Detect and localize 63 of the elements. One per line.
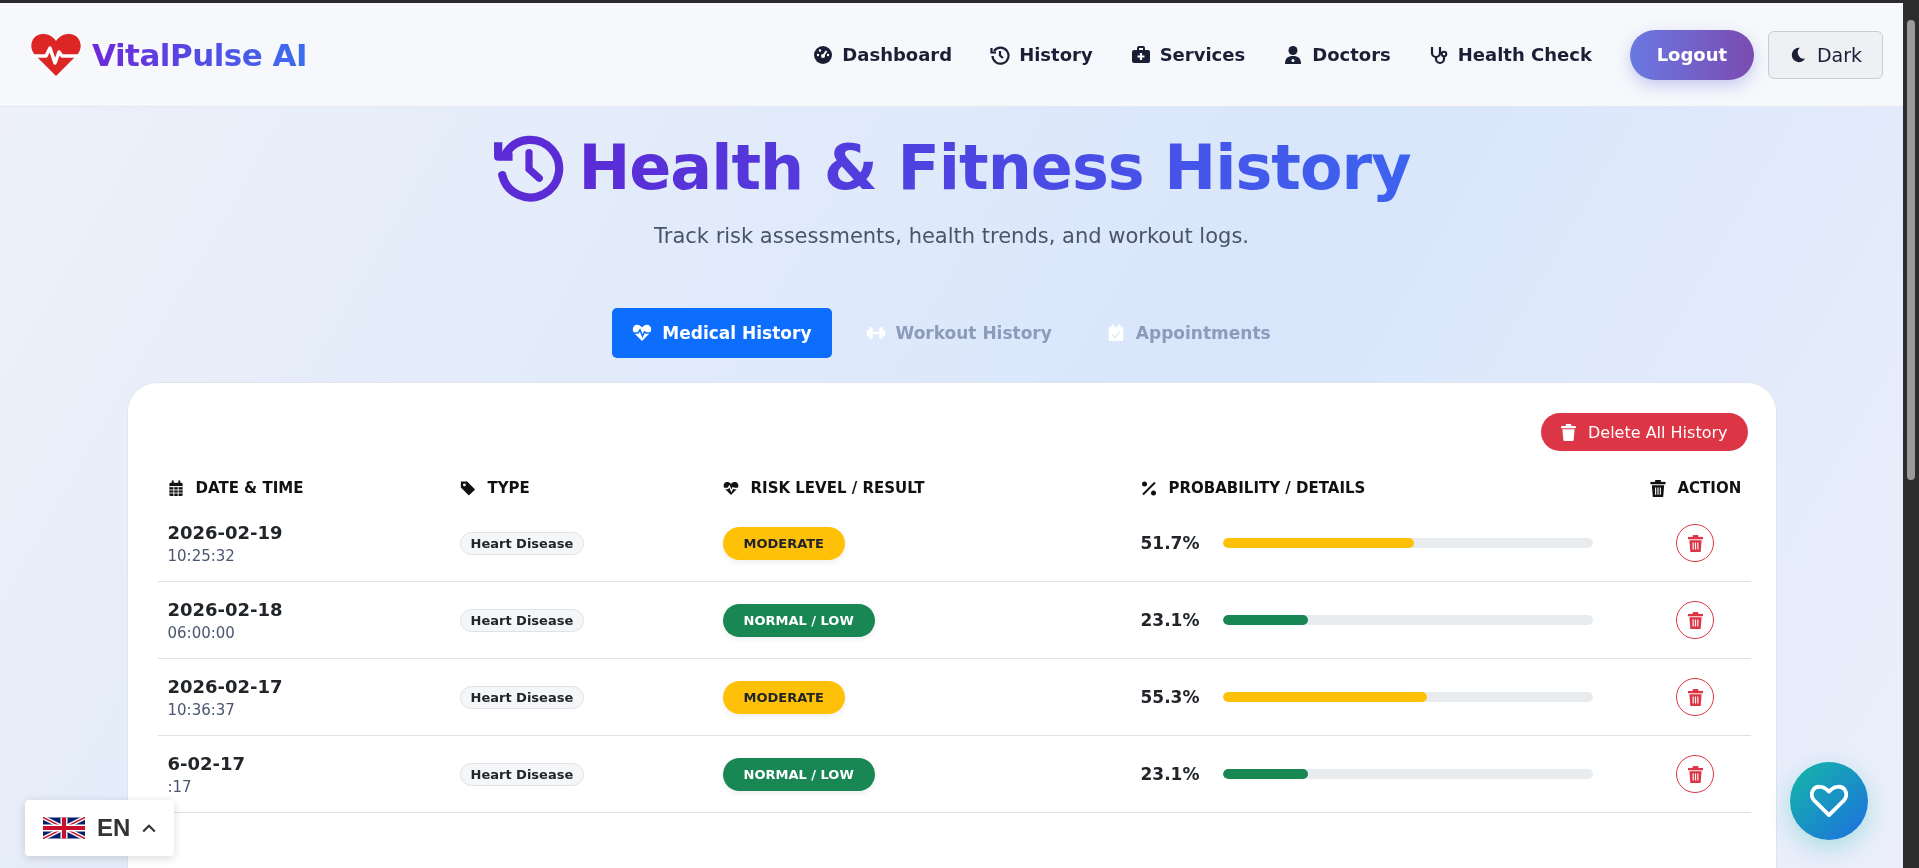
trash-icon <box>1687 765 1703 783</box>
type-tag: Heart Disease <box>459 608 585 632</box>
trash-icon <box>1649 479 1666 497</box>
risk-badge: MODERATE <box>722 680 845 714</box>
doctor-icon <box>1283 44 1304 65</box>
probability-text: 23.1% <box>1140 763 1201 785</box>
probability-text: 55.3% <box>1140 686 1201 708</box>
heart-pulse-icon <box>30 31 82 78</box>
time-text: 10:36:37 <box>167 700 235 719</box>
logout-button[interactable]: Logout <box>1629 29 1754 80</box>
delete-button[interactable] <box>1676 755 1715 793</box>
date-text: 6-02-17 <box>167 752 246 774</box>
date-text: 2026-02-17 <box>167 675 283 697</box>
trash-icon <box>1561 423 1576 441</box>
time-text: :17 <box>167 777 192 796</box>
tag-icon <box>459 479 476 497</box>
flag-icon <box>43 814 85 842</box>
calendar-icon <box>167 479 184 497</box>
risk-badge: NORMAL / LOW <box>722 757 875 791</box>
delete-button[interactable] <box>1676 601 1715 639</box>
heart-icon <box>1810 784 1848 818</box>
heart-pulse-icon <box>632 324 653 342</box>
theme-toggle-button[interactable]: Dark <box>1767 30 1883 79</box>
gauge-icon <box>813 44 834 65</box>
date-text: 2026-02-19 <box>167 521 283 543</box>
type-tag: Heart Disease <box>459 685 585 709</box>
delete-button[interactable] <box>1676 678 1715 716</box>
percent-icon <box>1140 479 1157 497</box>
stethoscope-icon <box>1428 44 1449 65</box>
nav-link[interactable]: History <box>990 44 1093 65</box>
nav-link[interactable]: Health Check <box>1428 44 1592 65</box>
column-header: ACTION <box>1677 479 1742 497</box>
type-tag: Heart Disease <box>459 762 585 786</box>
risk-badge: MODERATE <box>722 526 845 560</box>
trash-icon <box>1687 688 1703 706</box>
column-header: TYPE <box>487 479 530 497</box>
heart-pulse-icon <box>722 479 739 497</box>
scrollbar[interactable] <box>1903 0 1919 868</box>
nav-link[interactable]: Dashboard <box>813 44 953 65</box>
type-tag: Heart Disease <box>459 531 585 555</box>
date-text: 2026-02-18 <box>167 598 283 620</box>
column-header: PROBABILITY / DETAILS <box>1168 479 1366 497</box>
nav-link[interactable]: Doctors <box>1283 44 1391 65</box>
trash-icon <box>1687 534 1703 552</box>
medical-kit-icon <box>1130 44 1151 65</box>
chat-button[interactable] <box>1790 762 1868 840</box>
probability-text: 23.1% <box>1140 609 1201 631</box>
trash-icon <box>1687 611 1703 629</box>
column-header: DATE & TIME <box>195 479 304 497</box>
delete-button[interactable] <box>1676 524 1715 562</box>
dumbbell-icon <box>865 324 886 342</box>
risk-badge: NORMAL / LOW <box>722 603 875 637</box>
tab[interactable]: Medical History <box>612 308 832 358</box>
history-icon <box>990 44 1011 65</box>
caret-icon <box>142 823 157 833</box>
column-header: RISK LEVEL / RESULT <box>750 479 925 497</box>
page-subtitle: Track risk assessments, health trends, and workout logs. <box>654 224 1249 248</box>
delete-all-button[interactable]: Delete All History <box>1541 413 1748 451</box>
nav-link[interactable]: Services <box>1130 44 1246 65</box>
time-text: 06:00:00 <box>167 623 235 642</box>
time-text: 10:25:32 <box>167 546 235 565</box>
language-selector[interactable]: EN <box>25 800 175 856</box>
probability-text: 51.7% <box>1140 532 1201 554</box>
